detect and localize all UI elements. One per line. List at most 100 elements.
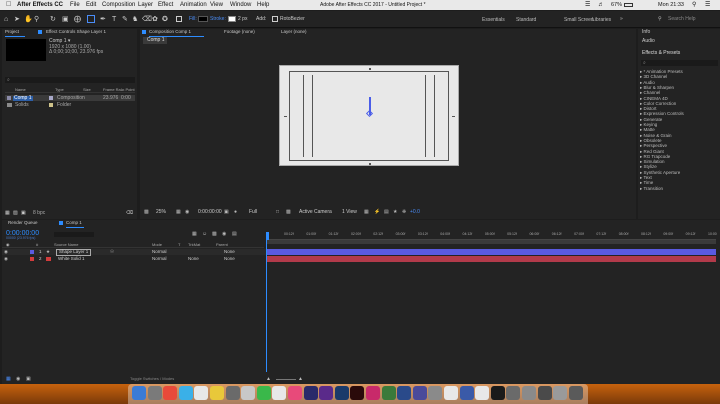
- layer-bar-1[interactable]: [266, 249, 716, 255]
- effects-presets-title[interactable]: Effects & Presets: [642, 51, 680, 56]
- chrome-icon[interactable]: [163, 386, 178, 400]
- apple-icon[interactable]: : [6, 1, 11, 8]
- always-preview-icon[interactable]: ▩: [144, 210, 149, 215]
- toggle-pixel-aspect-icon[interactable]: ▦: [364, 210, 369, 215]
- grid-icon[interactable]: ▦: [176, 210, 181, 215]
- notes-icon[interactable]: [210, 386, 224, 400]
- snapshot-icon[interactable]: ▣: [224, 210, 229, 215]
- table-row[interactable]: Comp 1 Composition 23.976 0:00: [5, 95, 135, 101]
- toggle-switches-modes[interactable]: Toggle Switches / Modes: [130, 377, 174, 381]
- current-time[interactable]: 0:00:00:00: [198, 210, 222, 215]
- graph-editor-icon[interactable]: ▤: [232, 232, 237, 237]
- word-icon[interactable]: [397, 386, 412, 400]
- stroke-label[interactable]: Stroke:: [210, 17, 226, 22]
- rotobezier-checkbox[interactable]: [272, 16, 278, 22]
- layer-mode[interactable]: Normal: [152, 256, 167, 262]
- home-icon[interactable]: ⌂: [4, 16, 8, 23]
- fill-swatch[interactable]: [198, 16, 208, 22]
- timeline-icon[interactable]: ▤: [384, 210, 389, 215]
- zoom-dropdown[interactable]: 25%: [156, 210, 166, 215]
- flowchart-icon[interactable]: ★: [393, 210, 397, 215]
- reminders-icon[interactable]: [272, 386, 287, 400]
- terminal-icon[interactable]: [490, 386, 505, 400]
- premiere-icon[interactable]: [303, 386, 318, 400]
- roto-brush-tool-icon[interactable]: ✿: [152, 16, 158, 23]
- effects-search-input[interactable]: ⌕: [641, 60, 718, 66]
- col-parent[interactable]: Parent: [216, 243, 228, 247]
- photoshop-icon[interactable]: [334, 386, 349, 400]
- finder-icon[interactable]: [132, 386, 146, 400]
- battery-percent[interactable]: 67%: [611, 2, 622, 9]
- puppet-tool-icon[interactable]: ✪: [162, 16, 168, 23]
- resolution-dropdown[interactable]: Full: [249, 210, 257, 215]
- eraser-tool-icon[interactable]: ⌫: [142, 16, 152, 23]
- timeline-zoom-slider[interactable]: [276, 379, 296, 380]
- menu-window[interactable]: Window: [230, 2, 251, 8]
- motion-blur-icon[interactable]: ◉: [222, 232, 226, 237]
- app-store-icon[interactable]: [428, 386, 443, 400]
- illustrator-icon[interactable]: [350, 386, 365, 400]
- layer-row-1[interactable]: ◉ 1 ★ Shape Layer 1 ☉ Normal None: [2, 249, 266, 256]
- menu-file[interactable]: File: [70, 2, 80, 8]
- mask-visibility-icon[interactable]: ◉: [185, 210, 189, 215]
- col-type[interactable]: Type: [55, 88, 64, 92]
- tab-effect-controls[interactable]: Effect Controls Shape Layer 1: [46, 29, 106, 35]
- launchpad-icon[interactable]: [147, 386, 162, 400]
- col-source-name[interactable]: Source Name: [54, 243, 78, 247]
- exposure-value[interactable]: +0.0: [410, 210, 420, 215]
- workspace-overflow-icon[interactable]: »: [620, 17, 623, 22]
- project-search-input[interactable]: ⌕: [5, 77, 135, 83]
- pen-tool-icon[interactable]: ✒: [100, 16, 106, 23]
- menu-help[interactable]: Help: [257, 2, 269, 8]
- bpc-label[interactable]: 8 bpc: [33, 211, 45, 216]
- layer-name[interactable]: Shape Layer 1: [56, 249, 92, 256]
- system-preferences-icon[interactable]: [225, 386, 240, 400]
- calendar-icon[interactable]: [241, 386, 256, 400]
- tab-comp-timeline[interactable]: Comp 1: [66, 220, 82, 226]
- add-label[interactable]: Add:: [256, 17, 266, 22]
- av-features-icon[interactable]: ◉: [6, 243, 10, 247]
- layer-bar-2[interactable]: [266, 256, 716, 262]
- shy-icon[interactable]: ☺: [202, 232, 207, 237]
- roi-icon[interactable]: □: [276, 210, 279, 215]
- workspace-essentials[interactable]: Essentials: [482, 17, 505, 23]
- visibility-eye-icon[interactable]: ◉: [4, 256, 8, 262]
- tab-render-queue[interactable]: Render Queue: [8, 220, 38, 226]
- layer-name[interactable]: White Solid 1: [58, 256, 85, 262]
- work-area-bar[interactable]: [266, 240, 716, 244]
- new-composition-icon[interactable]: ▣: [21, 211, 26, 216]
- xd-icon[interactable]: [366, 386, 380, 400]
- camera-tool-icon[interactable]: ▣: [62, 16, 69, 23]
- info-panel-tab[interactable]: Info: [642, 30, 650, 35]
- in-out-panes-icon[interactable]: ▣: [26, 377, 31, 382]
- layer-label-color[interactable]: [30, 250, 34, 254]
- rotate-tool-icon[interactable]: ↻: [50, 16, 56, 23]
- stroke-swatch[interactable]: [228, 16, 236, 22]
- trash-icon[interactable]: ⌫: [126, 211, 133, 216]
- downloads-icon[interactable]: [506, 386, 521, 400]
- transparency-grid-icon[interactable]: ▩: [286, 210, 291, 215]
- menu-edit[interactable]: Edit: [86, 2, 96, 8]
- clone-stamp-tool-icon[interactable]: ♞: [132, 16, 138, 23]
- battery-icon[interactable]: [624, 3, 633, 7]
- pan-behind-tool-icon[interactable]: ⨁: [74, 16, 81, 23]
- rectangle-tool-icon[interactable]: [87, 15, 95, 23]
- visibility-eye-icon[interactable]: ◉: [4, 249, 8, 255]
- tab-footage[interactable]: Footage (none): [224, 29, 255, 35]
- menu-layer[interactable]: Layer: [138, 2, 153, 8]
- layer-mode[interactable]: Normal: [152, 249, 167, 255]
- after-effects-icon[interactable]: [319, 386, 334, 400]
- new-folder-icon[interactable]: ▧: [13, 211, 18, 216]
- menu-effect[interactable]: Effect: [158, 2, 173, 8]
- menu-view[interactable]: View: [210, 2, 223, 8]
- volume-icon[interactable]: ♬: [598, 2, 604, 8]
- views-dropdown[interactable]: 1 View: [342, 210, 357, 215]
- layer-parent[interactable]: None: [224, 249, 235, 255]
- col-trkmat[interactable]: TrkMat: [188, 243, 200, 247]
- layer-row-2[interactable]: ◉ 2 White Solid 1 Normal None None: [2, 256, 266, 262]
- col-mode[interactable]: Mode: [152, 243, 162, 247]
- brush-tool-icon[interactable]: ✎: [122, 16, 128, 23]
- layer-label-color[interactable]: [30, 257, 34, 261]
- layer-switches-icon[interactable]: ▦: [6, 377, 11, 382]
- audio-panel-tab[interactable]: Audio: [642, 39, 655, 44]
